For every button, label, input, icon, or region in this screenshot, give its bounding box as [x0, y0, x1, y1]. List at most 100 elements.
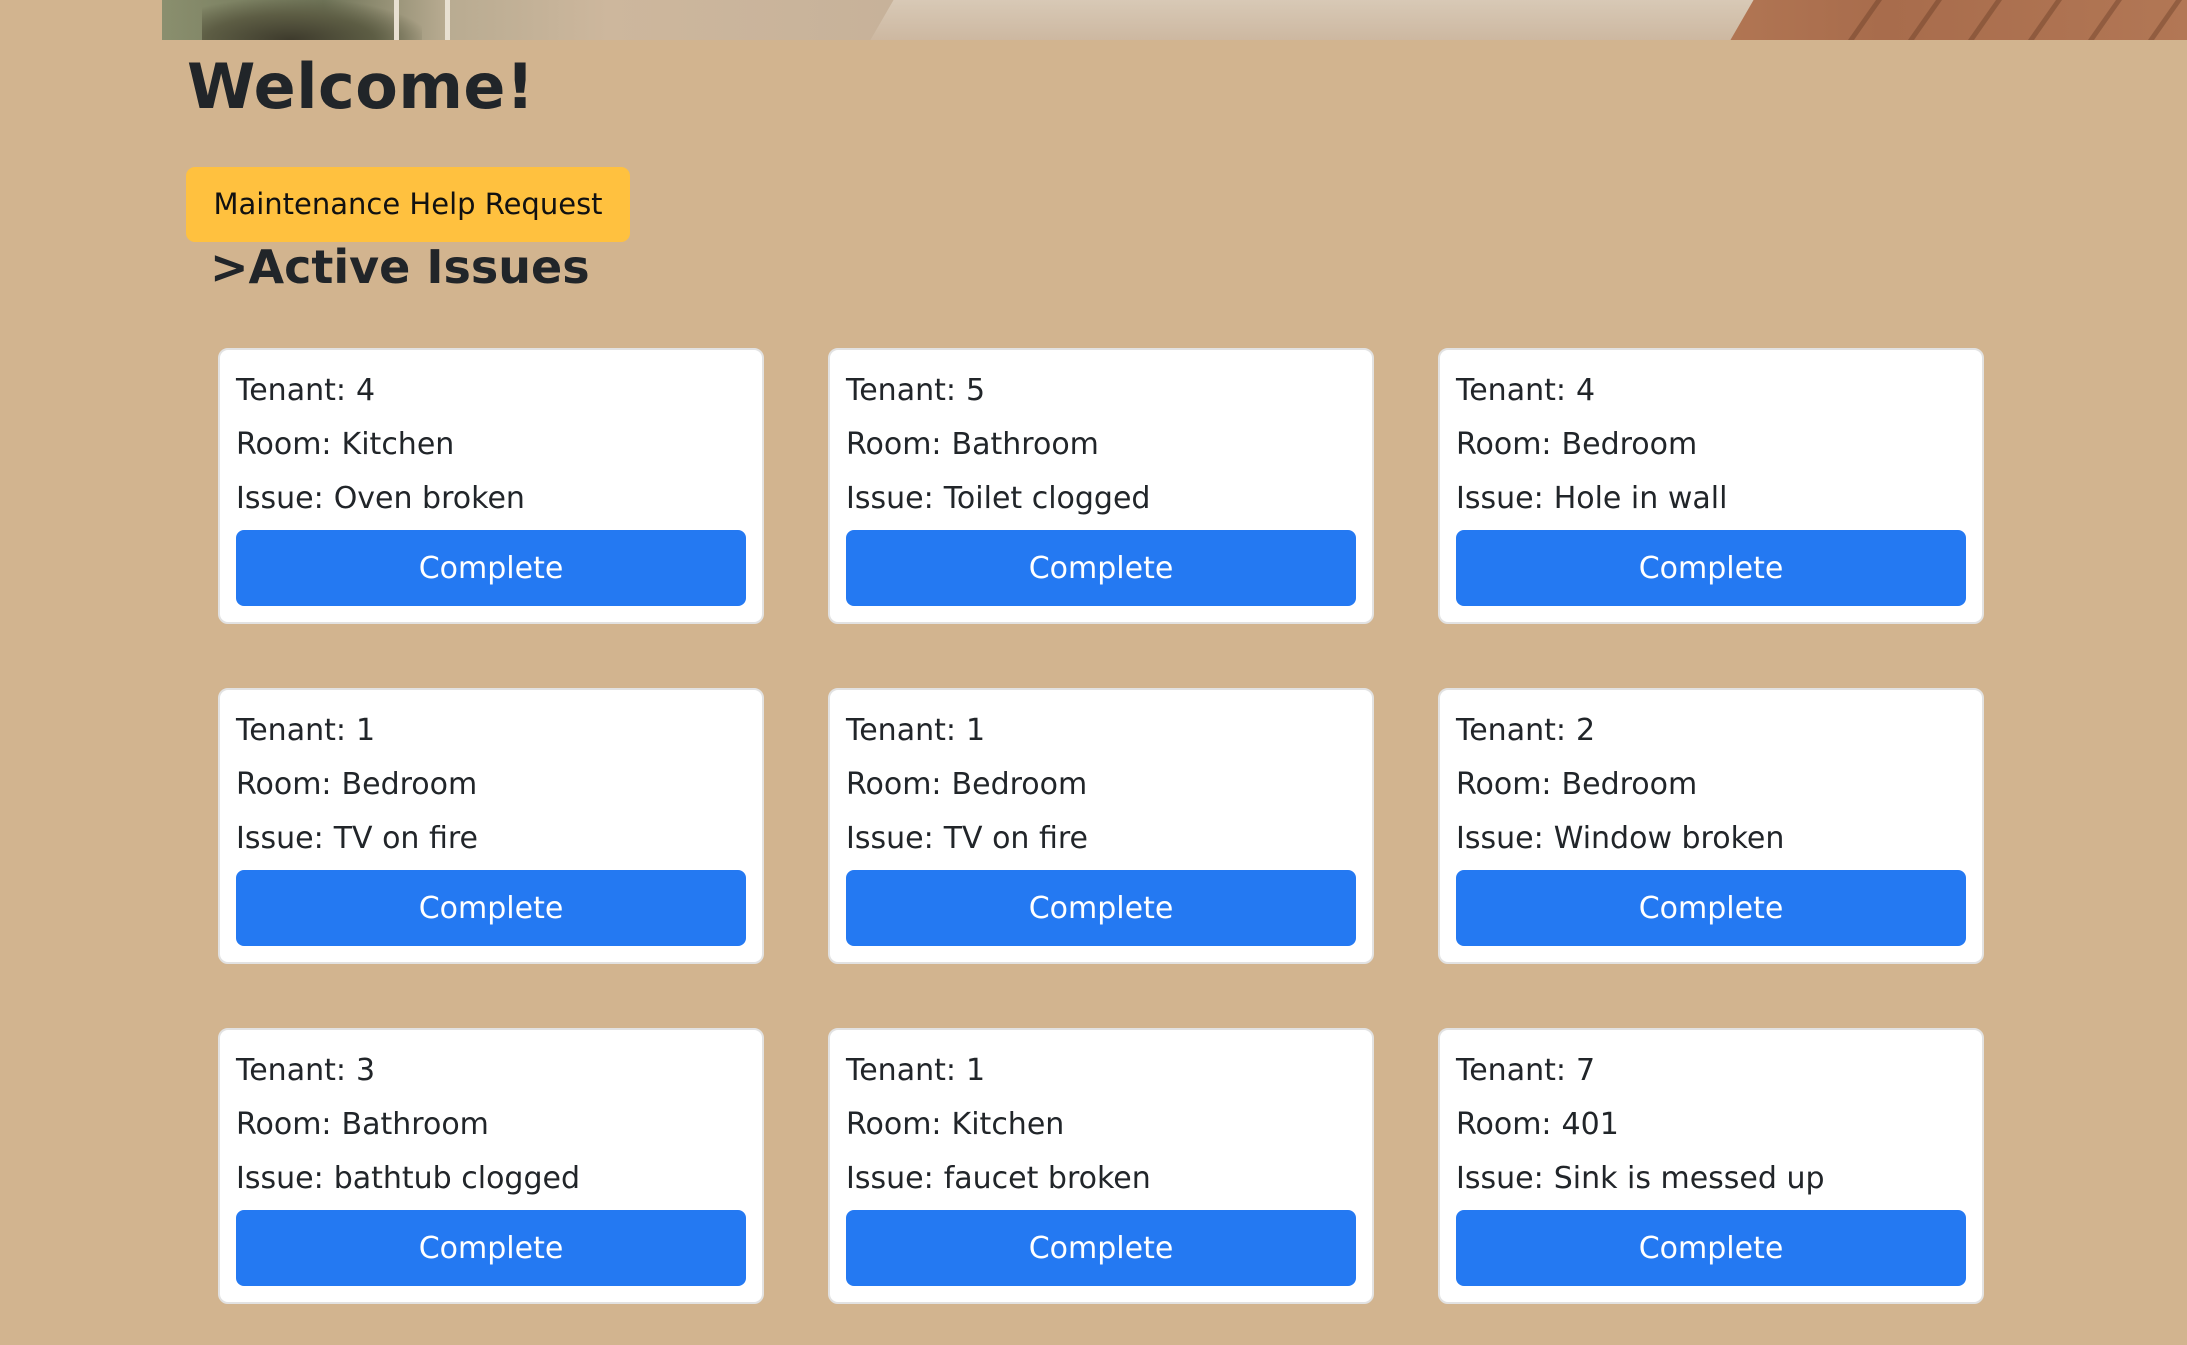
tenant-label: Tenant: — [236, 1053, 346, 1088]
active-issues-grid: Tenant: 4 Room: Kitchen Issue: Oven broken … — [218, 348, 1985, 1304]
tenant-line: Tenant: 1 — [236, 704, 746, 758]
complete-button[interactable]: Complete — [1456, 530, 1966, 606]
room-label: Room: — [1456, 427, 1552, 462]
active-issues-heading: >Active Issues — [210, 240, 590, 294]
issue-value: faucet broken — [943, 1161, 1151, 1196]
issue-card: Tenant: 2 Room: Bedroom Issue: Window broke… — [1438, 688, 1984, 964]
tenant-line: Tenant: 4 — [1456, 364, 1966, 418]
tenant-value: 4 — [1575, 373, 1596, 408]
room-value: Bathroom — [951, 427, 1099, 462]
tenant-line: Tenant: 7 — [1456, 1044, 1966, 1098]
issue-card: Tenant: 4 Room: Kitchen Issue: Oven broken … — [218, 348, 764, 624]
header-banner-image — [162, 0, 2187, 40]
tenant-line: Tenant: 5 — [846, 364, 1356, 418]
room-line: Room: Bedroom — [846, 758, 1356, 812]
issue-value: bathtub clogged — [333, 1161, 581, 1196]
issue-line: Issue: faucet broken — [846, 1152, 1356, 1206]
issue-label: Issue: — [1456, 481, 1544, 516]
room-line: Room: Bathroom — [846, 418, 1356, 472]
tenant-value: 2 — [1575, 713, 1596, 748]
complete-button[interactable]: Complete — [846, 530, 1356, 606]
issue-label: Issue: — [236, 1161, 324, 1196]
room-value: 401 — [1561, 1107, 1619, 1142]
welcome-title: Welcome! — [187, 50, 535, 123]
issue-label: Issue: — [1456, 821, 1544, 856]
complete-button[interactable]: Complete — [236, 1210, 746, 1286]
issue-value: Hole in wall — [1553, 481, 1728, 516]
tenant-label: Tenant: — [236, 373, 346, 408]
room-line: Room: Bathroom — [236, 1098, 746, 1152]
tenant-value: 1 — [965, 1053, 986, 1088]
room-label: Room: — [1456, 1107, 1552, 1142]
issue-value: Toilet clogged — [943, 481, 1151, 516]
complete-button[interactable]: Complete — [846, 1210, 1356, 1286]
tenant-value: 3 — [355, 1053, 376, 1088]
issue-card: Tenant: 4 Room: Bedroom Issue: Hole in wall… — [1438, 348, 1984, 624]
tenant-label: Tenant: — [1456, 373, 1566, 408]
issue-card: Tenant: 1 Room: Bedroom Issue: TV on fire C… — [218, 688, 764, 964]
issue-line: Issue: bathtub clogged — [236, 1152, 746, 1206]
room-line: Room: Kitchen — [236, 418, 746, 472]
issue-label: Issue: — [236, 481, 324, 516]
issue-value: TV on fire — [943, 821, 1089, 856]
room-line: Room: Bedroom — [1456, 758, 1966, 812]
issue-line: Issue: Toilet clogged — [846, 472, 1356, 526]
tenant-line: Tenant: 1 — [846, 1044, 1356, 1098]
room-value: Bedroom — [1561, 427, 1698, 462]
room-label: Room: — [236, 1107, 332, 1142]
issue-value: TV on fire — [333, 821, 479, 856]
issue-line: Issue: TV on fire — [846, 812, 1356, 866]
room-value: Kitchen — [341, 427, 455, 462]
complete-button[interactable]: Complete — [846, 870, 1356, 946]
issue-line: Issue: Window broken — [1456, 812, 1966, 866]
room-value: Bedroom — [1561, 767, 1698, 802]
tenant-value: 1 — [965, 713, 986, 748]
tenant-label: Tenant: — [236, 713, 346, 748]
tenant-label: Tenant: — [1456, 713, 1566, 748]
room-label: Room: — [236, 767, 332, 802]
tenant-label: Tenant: — [846, 373, 956, 408]
tenant-line: Tenant: 3 — [236, 1044, 746, 1098]
room-label: Room: — [846, 1107, 942, 1142]
issue-card: Tenant: 5 Room: Bathroom Issue: Toilet clog… — [828, 348, 1374, 624]
room-line: Room: Bedroom — [1456, 418, 1966, 472]
issue-label: Issue: — [236, 821, 324, 856]
room-value: Bedroom — [341, 767, 478, 802]
tenant-value: 1 — [355, 713, 376, 748]
tenant-line: Tenant: 1 — [846, 704, 1356, 758]
tenant-value: 5 — [965, 373, 986, 408]
issue-value: Sink is messed up — [1553, 1161, 1825, 1196]
issue-line: Issue: TV on fire — [236, 812, 746, 866]
issue-card: Tenant: 1 Room: Kitchen Issue: faucet broke… — [828, 1028, 1374, 1304]
room-value: Bedroom — [951, 767, 1088, 802]
issue-line: Issue: Sink is messed up — [1456, 1152, 1966, 1206]
complete-button[interactable]: Complete — [1456, 870, 1966, 946]
issue-label: Issue: — [846, 1161, 934, 1196]
complete-button[interactable]: Complete — [1456, 1210, 1966, 1286]
room-label: Room: — [846, 427, 942, 462]
maintenance-help-request-button[interactable]: Maintenance Help Request — [186, 167, 630, 242]
issue-card: Tenant: 3 Room: Bathroom Issue: bathtub clo… — [218, 1028, 764, 1304]
issue-value: Window broken — [1553, 821, 1785, 856]
issue-card: Tenant: 7 Room: 401 Issue: Sink is messed u… — [1438, 1028, 1984, 1304]
issue-label: Issue: — [846, 481, 934, 516]
issue-value: Oven broken — [333, 481, 525, 516]
issue-card: Tenant: 1 Room: Bedroom Issue: TV on fire C… — [828, 688, 1374, 964]
tenant-label: Tenant: — [1456, 1053, 1566, 1088]
room-value: Bathroom — [341, 1107, 489, 1142]
room-value: Kitchen — [951, 1107, 1065, 1142]
complete-button[interactable]: Complete — [236, 530, 746, 606]
tenant-value: 4 — [355, 373, 376, 408]
room-line: Room: Kitchen — [846, 1098, 1356, 1152]
room-label: Room: — [236, 427, 332, 462]
room-line: Room: Bedroom — [236, 758, 746, 812]
issue-line: Issue: Hole in wall — [1456, 472, 1966, 526]
tenant-line: Tenant: 2 — [1456, 704, 1966, 758]
room-label: Room: — [846, 767, 942, 802]
issue-label: Issue: — [1456, 1161, 1544, 1196]
tenant-line: Tenant: 4 — [236, 364, 746, 418]
tenant-value: 7 — [1575, 1053, 1596, 1088]
tenant-label: Tenant: — [846, 1053, 956, 1088]
room-line: Room: 401 — [1456, 1098, 1966, 1152]
complete-button[interactable]: Complete — [236, 870, 746, 946]
